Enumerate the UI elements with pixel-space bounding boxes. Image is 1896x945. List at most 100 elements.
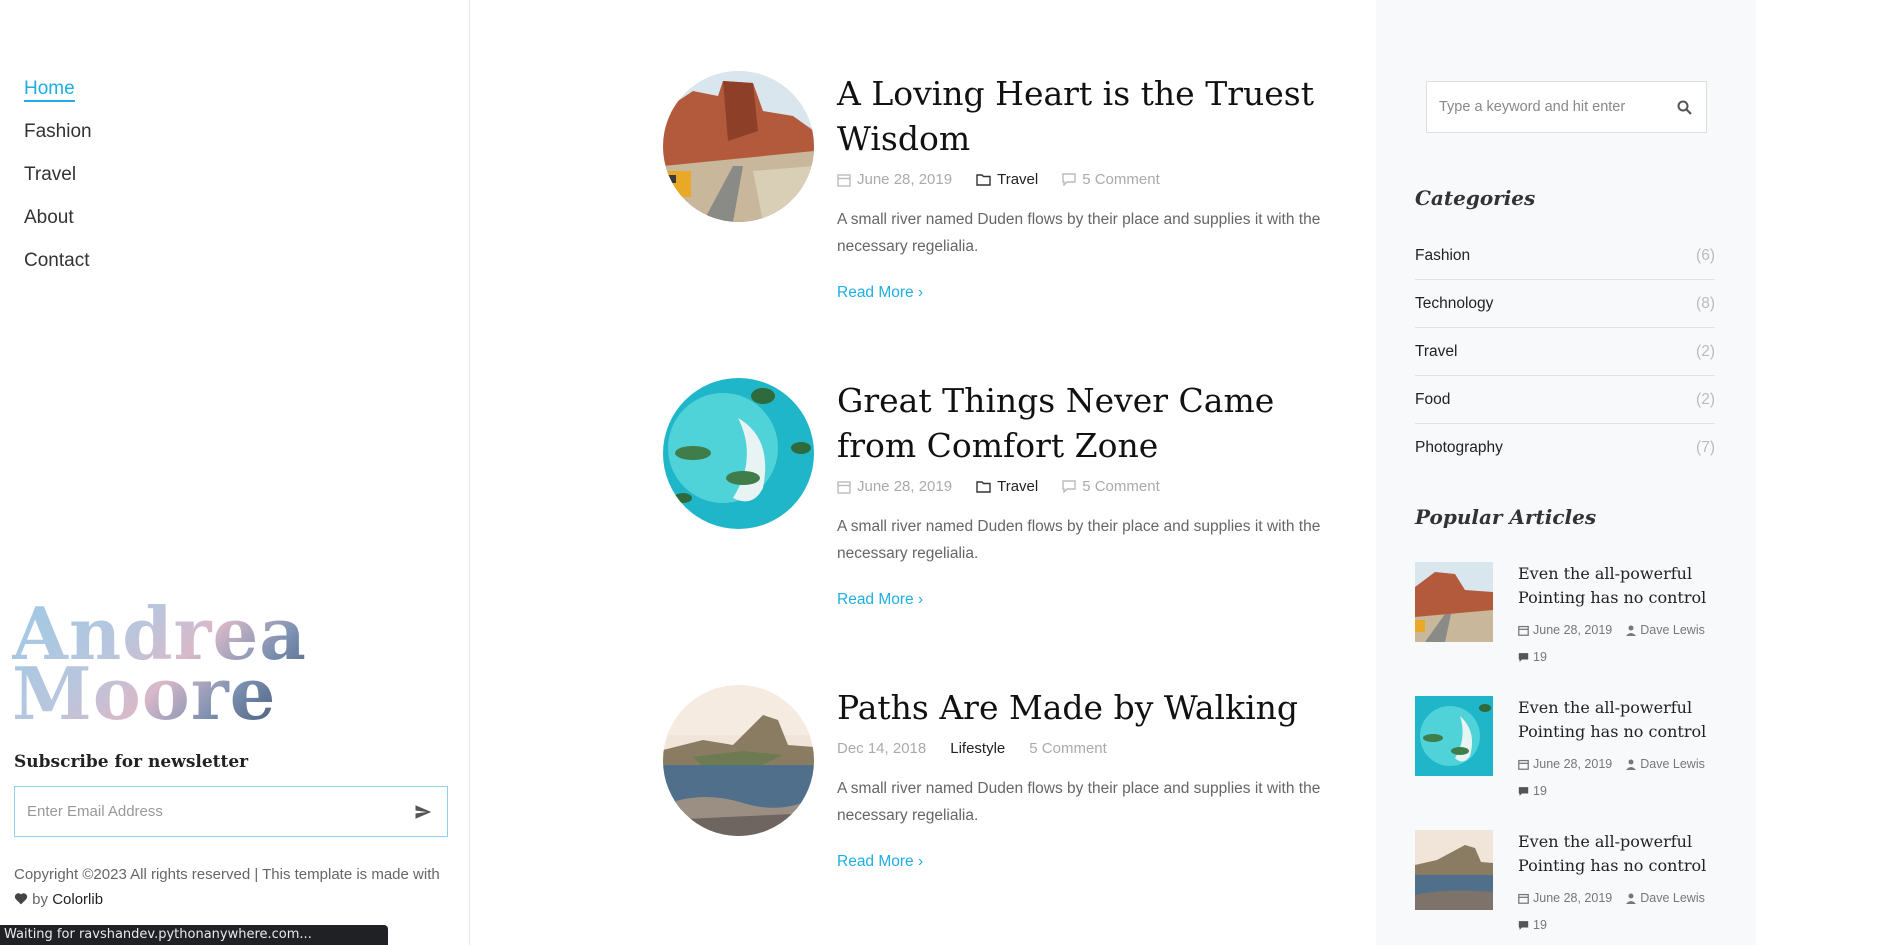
nav-item-travel[interactable]: Travel xyxy=(24,162,92,205)
post-body: Paths Are Made by Walking Dec 14, 2018 L… xyxy=(837,685,1337,871)
popular-article: Even the all-powerful Pointing has no co… xyxy=(1415,562,1735,682)
category-count: (8) xyxy=(1696,294,1715,312)
post-meta: Dec 14, 2018 Lifestyle 5 Comment xyxy=(837,740,1337,757)
read-more-link[interactable]: Read More › xyxy=(837,591,923,609)
search-icon xyxy=(1677,100,1692,115)
popular-meta: June 28, 2019 Dave Lewis xyxy=(1518,757,1705,771)
category-item-technology[interactable]: Technology (8) xyxy=(1415,280,1715,328)
popular-comments[interactable]: 19 xyxy=(1518,918,1547,932)
bay-city-image xyxy=(1415,830,1493,910)
popular-date: June 28, 2019 xyxy=(1533,623,1613,637)
post-comments[interactable]: 5 Comment xyxy=(1082,171,1160,188)
category-item-fashion[interactable]: Fashion (6) xyxy=(1415,232,1715,280)
popular-article: Even the all-powerful Pointing has no co… xyxy=(1415,830,1735,945)
island-aerial-image xyxy=(1415,696,1493,776)
search-button[interactable] xyxy=(1662,100,1706,115)
nav-item-contact[interactable]: Contact xyxy=(24,248,92,291)
category-name: Fashion xyxy=(1415,246,1471,264)
category-item-photography[interactable]: Photography (7) xyxy=(1415,424,1715,472)
read-more-link[interactable]: Read More › xyxy=(837,853,923,871)
post-title[interactable]: Paths Are Made by Walking xyxy=(837,685,1337,730)
person-icon xyxy=(1626,759,1637,770)
post-title[interactable]: Great Things Never Came from Comfort Zon… xyxy=(837,378,1337,468)
popular-comments[interactable]: 19 xyxy=(1518,650,1547,664)
post-body: A Loving Heart is the Truest Wisdom June… xyxy=(837,71,1337,302)
read-more-label: Read More xyxy=(837,853,914,870)
post-excerpt: A small river named Duden flows by their… xyxy=(837,211,1321,255)
person-icon xyxy=(1626,625,1637,636)
post-date: Dec 14, 2018 xyxy=(837,740,927,757)
right-sidebar: Categories Fashion (6) Technology (8) Trav… xyxy=(1376,0,1756,945)
popular-date: June 28, 2019 xyxy=(1533,891,1613,905)
folder-icon xyxy=(976,481,991,493)
category-count: (6) xyxy=(1696,246,1715,264)
post-thumbnail[interactable] xyxy=(663,685,814,836)
popular-thumbnail[interactable] xyxy=(1415,830,1493,910)
copyright: Copyright ©2023 All rights reserved | Th… xyxy=(14,862,454,912)
post-title[interactable]: A Loving Heart is the Truest Wisdom xyxy=(837,71,1337,161)
read-more-link[interactable]: Read More › xyxy=(837,284,923,302)
email-input[interactable] xyxy=(15,787,399,836)
popular-title[interactable]: Even the all-powerful Pointing has no co… xyxy=(1518,562,1718,610)
post-meta: June 28, 2019 Travel 5 Comment xyxy=(837,171,1337,188)
category-item-food[interactable]: Food (2) xyxy=(1415,376,1715,424)
popular-author[interactable]: Dave Lewis xyxy=(1640,623,1705,637)
nav-item-home[interactable]: Home xyxy=(24,76,92,119)
category-count: (2) xyxy=(1696,390,1715,408)
brand-line-2: Moore xyxy=(12,651,277,736)
post-thumbnail[interactable] xyxy=(663,71,814,222)
chevron-right-icon: › xyxy=(918,284,924,301)
nav-label: About xyxy=(24,207,74,228)
chevron-right-icon: › xyxy=(918,591,924,608)
category-item-travel[interactable]: Travel (2) xyxy=(1415,328,1715,376)
post-date: June 28, 2019 xyxy=(857,478,953,495)
calendar-icon xyxy=(837,173,851,187)
post-comments[interactable]: 5 Comment xyxy=(1082,478,1160,495)
main-nav: Home Fashion Travel About Contact xyxy=(24,76,92,291)
nav-item-fashion[interactable]: Fashion xyxy=(24,119,92,162)
popular-thumbnail[interactable] xyxy=(1415,696,1493,776)
nav-item-about[interactable]: About xyxy=(24,205,92,248)
nav-label: Fashion xyxy=(24,121,92,142)
category-count: (2) xyxy=(1696,342,1715,360)
newsletter-title: Subscribe for newsletter xyxy=(14,752,249,772)
post-excerpt: A small river named Duden flows by their… xyxy=(837,780,1321,824)
post-thumbnail[interactable] xyxy=(663,378,814,529)
category-count: (7) xyxy=(1696,439,1715,456)
chevron-right-icon: › xyxy=(918,853,924,870)
popular-meta: June 28, 2019 Dave Lewis xyxy=(1518,891,1705,905)
popular-author[interactable]: Dave Lewis xyxy=(1640,891,1705,905)
post-meta: June 28, 2019 Travel 5 Comment xyxy=(837,478,1337,495)
category-name: Photography xyxy=(1415,439,1503,456)
post-category[interactable]: Lifestyle xyxy=(950,740,1005,757)
copyright-text: Copyright ©2023 All rights reserved | Th… xyxy=(14,866,440,883)
popular-title[interactable]: Even the all-powerful Pointing has no co… xyxy=(1518,830,1718,878)
calendar-icon xyxy=(1518,759,1529,770)
canyon-road-image xyxy=(663,71,814,222)
bay-city-image xyxy=(663,685,814,836)
popular-meta: June 28, 2019 Dave Lewis xyxy=(1518,623,1705,637)
category-list: Fashion (6) Technology (8) Travel (2) Food (… xyxy=(1415,232,1715,472)
calendar-icon xyxy=(1518,893,1529,904)
post-category[interactable]: Travel xyxy=(997,171,1038,188)
popular-comments[interactable]: 19 xyxy=(1518,784,1547,798)
popular-comment-count: 19 xyxy=(1533,918,1547,932)
colorlib-link[interactable]: Colorlib xyxy=(52,891,103,908)
calendar-icon xyxy=(1518,625,1529,636)
popular-title[interactable]: Even the all-powerful Pointing has no co… xyxy=(1518,696,1718,744)
post-excerpt: A small river named Duden flows by their… xyxy=(837,518,1321,562)
search-input[interactable] xyxy=(1427,99,1662,115)
paper-plane-icon xyxy=(415,804,432,819)
popular-thumbnail[interactable] xyxy=(1415,562,1493,642)
brand-logo[interactable]: Andrea Moore xyxy=(12,604,307,724)
post-comments[interactable]: 5 Comment xyxy=(1029,740,1107,757)
comment-icon xyxy=(1518,786,1529,796)
subscribe-button[interactable] xyxy=(399,787,447,836)
comment-icon xyxy=(1518,920,1529,930)
post-category[interactable]: Travel xyxy=(997,478,1038,495)
category-name: Travel xyxy=(1415,342,1458,360)
calendar-icon xyxy=(837,480,851,494)
comment-icon xyxy=(1062,173,1076,186)
popular-author[interactable]: Dave Lewis xyxy=(1640,757,1705,771)
heart-icon xyxy=(14,893,28,905)
